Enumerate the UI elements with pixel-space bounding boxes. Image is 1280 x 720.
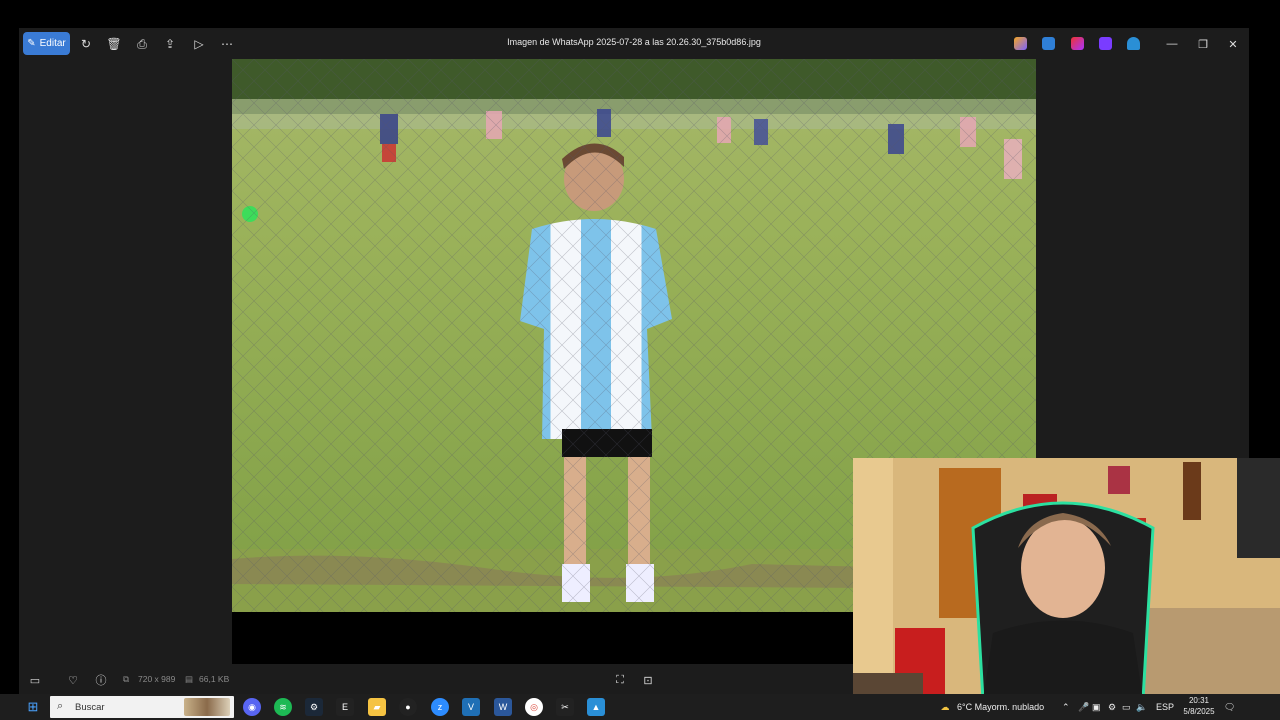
designer-icon[interactable] bbox=[1042, 37, 1055, 50]
minimize-icon[interactable]: — bbox=[1159, 34, 1185, 54]
tray-app2-icon[interactable]: ⚙ bbox=[1108, 702, 1116, 713]
edit-button[interactable]: ✎ Editar bbox=[23, 32, 70, 55]
file-size: 66,1 KB bbox=[199, 674, 230, 684]
image-dimensions: 720 x 989 bbox=[138, 674, 176, 684]
webcam-overlay bbox=[853, 458, 1280, 700]
dimensions-icon: ⧉ bbox=[123, 674, 130, 684]
word-icon[interactable]: W bbox=[494, 698, 512, 716]
weather-text[interactable]: 6°C Mayorm. nublado bbox=[957, 702, 1044, 712]
favorite-icon[interactable]: ♡ bbox=[65, 672, 81, 688]
restore-icon[interactable]: ❐ bbox=[1190, 34, 1216, 54]
share-icon[interactable]: ⇪ bbox=[160, 34, 180, 54]
weather-icon[interactable]: ☁ bbox=[936, 698, 954, 716]
window-title: Imagen de WhatsApp 2025-07-28 a las 20.2… bbox=[507, 37, 761, 47]
obs-icon[interactable]: ● bbox=[399, 698, 417, 716]
photos-app-icon[interactable]: ▲ bbox=[587, 698, 605, 716]
rotate-icon[interactable]: ↻ bbox=[76, 34, 96, 54]
search-icon: ⌕ bbox=[57, 700, 64, 712]
clock[interactable]: 20:31 5/8/2025 bbox=[1178, 695, 1220, 717]
filmstrip-icon[interactable]: ▭ bbox=[27, 672, 43, 688]
tray-chevron-icon[interactable]: ⌃ bbox=[1062, 702, 1070, 713]
taskbar-search[interactable]: ⌕ Buscar bbox=[50, 696, 234, 718]
clock-time: 20:31 bbox=[1188, 696, 1210, 705]
edit-icon: ✎ bbox=[27, 38, 36, 49]
photo-letterbox bbox=[232, 612, 872, 664]
vegas-icon[interactable]: V bbox=[462, 698, 480, 716]
microphone-icon[interactable]: 🎤 bbox=[1078, 702, 1089, 713]
spotify-icon[interactable]: ≋ bbox=[274, 698, 292, 716]
epic-games-icon[interactable]: E bbox=[336, 698, 354, 716]
more-icon[interactable]: ⋯ bbox=[217, 34, 237, 54]
language-indicator[interactable]: ESP bbox=[1156, 702, 1174, 712]
edit-label: Editar bbox=[39, 38, 66, 49]
actual-size-icon[interactable]: ⊡ bbox=[640, 672, 656, 688]
info-icon[interactable]: ⓘ bbox=[93, 672, 109, 688]
print-icon[interactable]: ⎙ bbox=[132, 34, 152, 54]
tray-app-icon[interactable]: ▣ bbox=[1092, 702, 1101, 713]
webcam-image bbox=[853, 458, 1280, 700]
fit-to-window-icon[interactable]: ⛶ bbox=[612, 672, 628, 688]
capcut-icon[interactable]: ✂ bbox=[556, 698, 574, 716]
clock-date: 5/8/2025 bbox=[1183, 707, 1215, 716]
clipchamp-icon[interactable] bbox=[1071, 37, 1084, 50]
close-icon[interactable]: ✕ bbox=[1220, 34, 1246, 54]
editor-app-icon[interactable] bbox=[1099, 37, 1112, 50]
onedrive-icon[interactable] bbox=[1127, 37, 1140, 50]
search-placeholder: Buscar bbox=[75, 702, 105, 713]
title-bar: ✎ Editar ↻ 🗑 ⎙ ⇪ ▷ ⋯ Imagen de WhatsApp … bbox=[19, 28, 1249, 60]
slideshow-icon[interactable]: ▷ bbox=[189, 34, 209, 54]
steam-icon[interactable]: ⚙ bbox=[305, 698, 323, 716]
notifications-icon[interactable]: 🗨 bbox=[1224, 702, 1235, 713]
discord-icon[interactable]: ◉ bbox=[243, 698, 261, 716]
chrome-icon[interactable]: ◎ bbox=[525, 698, 543, 716]
file-explorer-icon[interactable]: ▰ bbox=[368, 698, 386, 716]
network-icon[interactable]: ▭ bbox=[1122, 702, 1131, 713]
windows-start-icon[interactable]: ⊞ bbox=[24, 698, 42, 716]
search-highlight-image bbox=[184, 698, 230, 716]
delete-icon[interactable]: 🗑 bbox=[104, 34, 124, 54]
taskbar: ⊞ ⌕ Buscar ◉ ≋ ⚙ E ▰ ● z V W ◎ ✂ ▲ ☁ 6°C… bbox=[0, 694, 1280, 720]
copilot-icon[interactable] bbox=[1014, 37, 1027, 50]
filesize-icon: ▤ bbox=[185, 674, 194, 684]
volume-icon[interactable]: 🔈 bbox=[1136, 702, 1147, 713]
zoom-icon[interactable]: z bbox=[431, 698, 449, 716]
